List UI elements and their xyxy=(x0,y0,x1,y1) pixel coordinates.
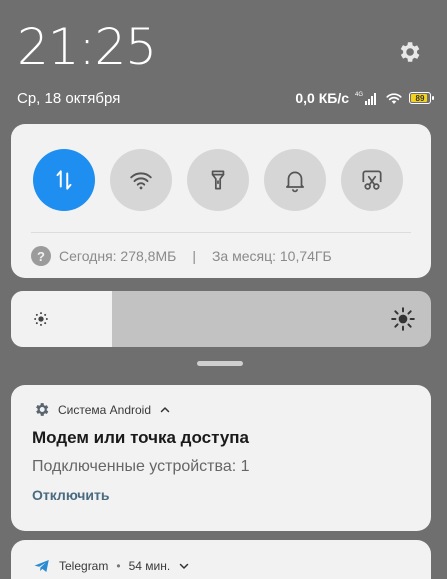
wifi-signal-icon xyxy=(386,93,402,104)
notification-app-name: Система Android xyxy=(58,402,152,417)
notification-header[interactable]: Система Android xyxy=(33,401,171,418)
disconnect-button[interactable]: Отключить xyxy=(32,487,109,503)
notification-text: Подключенные устройства: 1 xyxy=(32,458,250,475)
cell-signal-icon: 4G xyxy=(355,92,376,105)
divider xyxy=(31,232,411,233)
notification-separator: • xyxy=(116,559,121,573)
notification-title: Модем или точка доступа xyxy=(32,428,250,447)
net-speed: 0,0 КБ/с xyxy=(295,90,349,106)
status-date: Ср, 18 октября xyxy=(17,90,121,107)
brightness-slider[interactable] xyxy=(11,291,431,347)
screenshot-toggle[interactable] xyxy=(341,149,403,211)
quick-settings-tiles xyxy=(33,149,403,211)
status-time: 21:25 xyxy=(17,18,157,76)
notifications-sound-toggle[interactable] xyxy=(264,149,326,211)
flashlight-toggle[interactable] xyxy=(187,149,249,211)
notification-header[interactable]: Telegram • 54 мин. xyxy=(33,557,190,575)
status-icons: 0,0 КБ/с 4G 89 xyxy=(295,88,434,108)
network-type-label: 4G xyxy=(355,92,363,98)
wifi-icon xyxy=(130,172,152,190)
telegram-icon xyxy=(34,560,49,572)
gear-icon[interactable] xyxy=(396,39,422,65)
data-usage-separator: | xyxy=(192,248,196,264)
brightness-high-icon xyxy=(391,307,415,331)
quick-settings-panel: ? Сегодня: 278,8МБ | За месяц: 10,74ГБ xyxy=(11,124,431,278)
data-usage-row[interactable]: ? Сегодня: 278,8МБ | За месяц: 10,74ГБ xyxy=(31,246,332,266)
notification-time: 54 мин. xyxy=(128,559,171,573)
notification-app-name: Telegram xyxy=(59,559,109,573)
mobile-data-toggle[interactable] xyxy=(33,149,95,211)
notification-card[interactable]: Система Android Модем или точка доступа … xyxy=(11,385,431,531)
flashlight-icon xyxy=(211,170,225,190)
data-usage-today: Сегодня: 278,8МБ xyxy=(59,248,177,264)
panel-drag-handle[interactable] xyxy=(197,361,243,366)
screenshot-icon xyxy=(362,170,382,190)
data-usage-month: За месяц: 10,74ГБ xyxy=(211,248,332,264)
bell-icon xyxy=(286,171,304,193)
wifi-toggle[interactable] xyxy=(110,149,172,211)
brightness-low-icon xyxy=(34,312,48,326)
chevron-up-icon[interactable] xyxy=(159,404,171,416)
brightness-fill xyxy=(11,291,112,347)
chevron-down-icon[interactable] xyxy=(178,560,190,572)
battery-icon: 89 xyxy=(409,92,434,104)
notification-card[interactable]: Telegram • 54 мин. xyxy=(11,540,431,579)
question-icon: ? xyxy=(31,246,51,266)
battery-level: 89 xyxy=(415,93,425,103)
gear-icon xyxy=(36,403,49,416)
mobile-data-icon xyxy=(56,170,72,190)
